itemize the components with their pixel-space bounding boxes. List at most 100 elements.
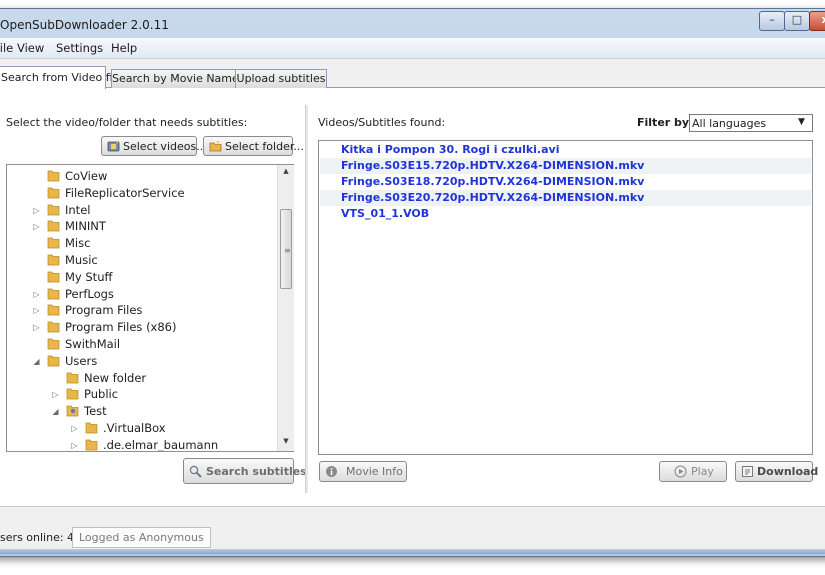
tree-item-label: Program Files (x86) [65, 320, 177, 335]
tree-item-label: My Stuff [65, 269, 113, 284]
menu-file[interactable]: File [0, 41, 13, 55]
language-filter-select[interactable]: All languages ▼ [689, 114, 813, 132]
result-item[interactable]: Fringe.S03E18.720p.HDTV.X264-DIMENSION.m… [320, 174, 811, 190]
user-folder-icon [66, 405, 79, 417]
tab-search-video-files[interactable]: Search from Video file(s) [0, 66, 137, 89]
folder-icon [47, 288, 60, 299]
expanded-arrow-icon[interactable]: ◢ [32, 353, 41, 370]
folder-icon [85, 422, 98, 434]
expand-arrow-icon[interactable]: ▷ [51, 386, 60, 403]
maximize-icon: □ [791, 13, 803, 26]
tree-item[interactable]: ▷ Program Files [7, 302, 279, 319]
scroll-thumb[interactable]: ≡ [280, 209, 292, 289]
tree-item-label: Misc [65, 236, 91, 251]
search-subtitles-label: Search subtitles [206, 465, 307, 478]
tree-item[interactable]: ◢ Test [7, 403, 279, 420]
folder-icon [47, 355, 60, 367]
tree-item-label: Test [84, 404, 107, 419]
tree-item[interactable]: ▷ PerfLogs [7, 286, 279, 303]
download-label: Download [757, 465, 819, 478]
tab-upload-subtitles[interactable]: Upload subtitles [235, 69, 327, 88]
folder-icon [66, 389, 79, 400]
tree-item[interactable]: ▷ Program Files (x86) [7, 319, 279, 336]
expand-arrow-icon[interactable]: ▷ [70, 420, 79, 437]
result-item[interactable]: VTS_01_1.VOB [320, 206, 811, 222]
tree-item-label: FileReplicatorService [65, 185, 185, 200]
menu-help[interactable]: Help [111, 41, 137, 55]
download-button[interactable]: Download [735, 461, 818, 482]
scroll-down-arrow-icon[interactable]: ▼ [278, 437, 294, 445]
folder-icon [47, 254, 60, 266]
tree-item[interactable]: ▷ Public [7, 386, 279, 403]
folder-icon [47, 170, 60, 182]
select-videos-button[interactable]: Select videos... [101, 136, 207, 156]
tree-item-label: CoView [65, 169, 108, 183]
tree-item[interactable]: My Stuff [7, 269, 279, 286]
menu-settings[interactable]: Settings [56, 41, 103, 55]
result-item[interactable]: Kitka i Pompon 30. Rogi i czulki.avi [320, 142, 811, 158]
film-icon [107, 141, 120, 152]
tree-item[interactable]: ▷ Intel [7, 202, 279, 219]
tree-item-label: .VirtualBox [103, 421, 166, 435]
expand-arrow-icon[interactable]: ▷ [32, 302, 41, 319]
search-subtitles-button[interactable]: Search subtitles [183, 458, 307, 484]
tree-item-label: PerfLogs [65, 286, 114, 301]
tree-item[interactable]: ▷ .de.elmar_baumann [7, 437, 279, 452]
folder-icon [47, 221, 60, 232]
filter-selected-value: All languages [692, 117, 767, 130]
close-icon: x [821, 13, 825, 26]
tree-item[interactable]: ▷ .VirtualBox [7, 420, 279, 437]
expand-arrow-icon[interactable]: ▷ [32, 202, 41, 219]
pane-splitter[interactable] [305, 105, 308, 493]
movie-info-button[interactable]: Movie Info [319, 461, 407, 482]
tree-item-label: New folder [84, 370, 147, 385]
download-icon [742, 466, 753, 477]
movie-info-label: Movie Info [346, 465, 403, 478]
tree-item[interactable]: ◢ Users [7, 353, 279, 370]
filter-label: Filter by: [637, 116, 694, 129]
expand-arrow-icon[interactable]: ▷ [32, 286, 41, 303]
select-folder-button[interactable]: Select folder... [203, 136, 304, 156]
menu-view[interactable]: View [17, 41, 44, 55]
folder-icon [47, 305, 60, 316]
result-item[interactable]: Fringe.S03E15.720p.HDTV.X264-DIMENSION.m… [320, 158, 811, 174]
select-instruction: Select the video/folder that needs subti… [6, 116, 248, 129]
tree-item-label: .de.elmar_baumann [103, 437, 219, 452]
tree-item[interactable]: CoView [7, 168, 279, 185]
expand-arrow-icon[interactable]: ▷ [32, 319, 41, 336]
tree-item-label: Public [84, 387, 119, 402]
tree-item[interactable]: New folder [7, 370, 279, 387]
expand-arrow-icon[interactable]: ▷ [70, 437, 79, 451]
play-label: Play [691, 465, 714, 478]
info-icon [326, 466, 337, 477]
folder-icon [47, 204, 60, 215]
chevron-down-icon: ▼ [798, 117, 805, 127]
expand-arrow-icon[interactable]: ▷ [32, 218, 41, 235]
tree-item[interactable]: FileReplicatorService [7, 185, 279, 202]
folder-tree[interactable]: CoView FileReplicatorService ▷ Intel ▷ MININT… [6, 164, 294, 452]
tree-item[interactable]: SwithMail [7, 336, 279, 353]
maximize-button[interactable]: □ [784, 11, 810, 31]
tree-item[interactable]: Misc [7, 235, 279, 252]
folder-icon [47, 187, 60, 199]
tree-item[interactable]: ▷ MININT [7, 218, 279, 235]
folder-icon [47, 271, 60, 283]
expanded-arrow-icon[interactable]: ◢ [51, 403, 60, 420]
results-label: Videos/Subtitles found: [318, 116, 446, 129]
login-status: Logged as Anonymous [72, 527, 211, 548]
folder-icon [85, 439, 98, 451]
close-button[interactable]: x [809, 11, 825, 31]
folder-icon [47, 321, 60, 333]
tab-search-movie-name[interactable]: Search by Movie Name [111, 69, 239, 88]
results-list[interactable]: Kitka i Pompon 30. Rogi i czulki.avi Frin… [318, 140, 813, 455]
play-button[interactable]: Play [659, 461, 727, 482]
tree-item-label: Intel [65, 202, 91, 217]
select-folder-label: Select folder... [225, 140, 304, 153]
tree-scrollbar[interactable]: ▲ ≡ ▼ [277, 165, 294, 451]
tree-item[interactable]: Music [7, 252, 279, 269]
scroll-up-arrow-icon[interactable]: ▲ [278, 167, 294, 175]
minimize-button[interactable]: – [759, 11, 785, 31]
folder-icon [66, 372, 79, 383]
result-item[interactable]: Fringe.S03E20.720p.HDTV.X264-DIMENSION.m… [320, 190, 811, 206]
magnifier-icon [189, 465, 202, 478]
